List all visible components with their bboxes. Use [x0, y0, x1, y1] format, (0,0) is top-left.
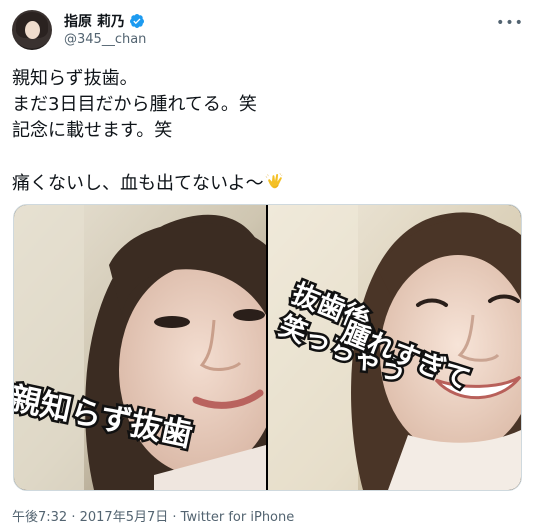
tweet-line-5: 痛くないし、血も出てないよ〜	[12, 170, 521, 196]
tweet-time[interactable]: 午後7:32	[12, 510, 67, 525]
photo-left-art: 親知らず抜歯	[14, 205, 266, 490]
photo-right[interactable]: 抜歯後、 笑っちゃう 腫れすぎて	[268, 205, 521, 490]
tweet-date[interactable]: 2017年5月7日	[80, 510, 169, 525]
photo-left[interactable]: 親知らず抜歯	[14, 205, 266, 490]
tweet-line-3: 記念に載せます。笑	[12, 120, 173, 141]
avatar[interactable]	[12, 10, 52, 50]
verified-badge-icon	[129, 14, 144, 28]
more-options-icon[interactable]: •••	[496, 12, 523, 34]
tweet-source[interactable]: Twitter for iPhone	[181, 510, 295, 525]
name-row: 指原 莉乃	[64, 12, 145, 30]
meta-separator: ·	[67, 510, 80, 525]
photo-right-art: 抜歯後、 笑っちゃう 腫れすぎて	[268, 205, 521, 490]
avatar-face	[25, 21, 40, 39]
tweet-header: 指原 莉乃 @345__chan •••	[12, 10, 523, 54]
tweet-line-2: まだ3日目だから腫れてる。笑	[12, 94, 257, 115]
tweet-line-1: 親知らず抜歯。	[12, 68, 138, 89]
display-name[interactable]: 指原 莉乃	[64, 11, 125, 31]
tweet-meta: 午後7:32 · 2017年5月7日 · Twitter for iPhone	[12, 506, 294, 525]
tweet-line-5-text: 痛くないし、血も出てないよ〜	[12, 173, 264, 194]
media-grid: 親知らず抜歯 抜歯後、 笑っちゃう 腫れすぎて	[13, 204, 522, 491]
clapping-hands-icon	[265, 172, 283, 189]
handle[interactable]: @345__chan	[64, 32, 146, 47]
tweet-text: 親知らず抜歯。 まだ3日目だから腫れてる。笑 記念に載せます。笑 痛くないし、血…	[12, 66, 521, 196]
meta-separator-2: ·	[168, 510, 181, 525]
